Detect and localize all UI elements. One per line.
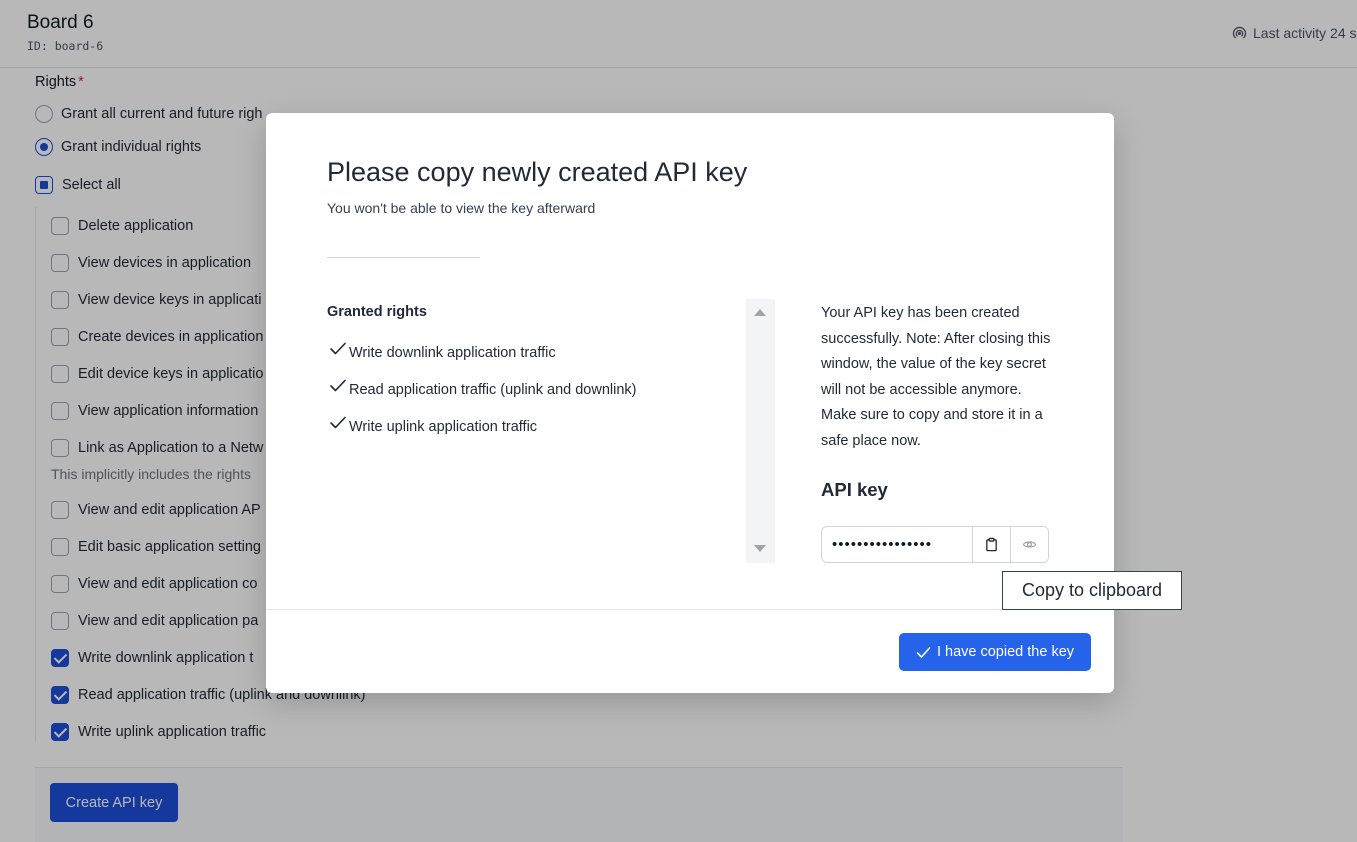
modal-title: Please copy newly created API key (327, 157, 748, 187)
check-icon (330, 342, 346, 355)
modal-subtitle: You won't be able to view the key afterw… (327, 200, 596, 216)
granted-right-label: Read application traffic (uplink and dow… (349, 382, 637, 398)
check-icon (330, 416, 346, 429)
granted-right-label: Write downlink application traffic (349, 345, 556, 361)
granted-rights-heading: Granted rights (327, 304, 427, 320)
api-key-input[interactable] (822, 527, 972, 562)
scroll-up-arrow-icon[interactable] (754, 309, 766, 316)
granted-right-label: Write uplink application traffic (349, 419, 538, 435)
api-key-field (821, 526, 1049, 563)
confirm-copied-label: I have copied the key (936, 644, 1075, 660)
api-key-info-text: Your API key has been created successful… (821, 305, 1051, 449)
scroll-down-arrow-icon[interactable] (754, 545, 766, 552)
check-icon (916, 646, 931, 658)
eye-icon (1022, 541, 1037, 548)
copy-key-button[interactable] (972, 527, 1010, 562)
reveal-key-button[interactable] (1010, 527, 1048, 562)
clipboard-icon (986, 537, 997, 552)
granted-right-item: Write downlink application traffic (329, 342, 556, 361)
modal-footer-divider (266, 609, 1114, 610)
granted-rights-scrollbar[interactable] (746, 299, 775, 563)
modal-title-rule (327, 257, 480, 258)
granted-right-item: Write uplink application traffic (329, 416, 538, 435)
copy-tooltip: Copy to clipboard (1002, 571, 1182, 610)
granted-right-item: Read application traffic (uplink and dow… (329, 379, 637, 398)
confirm-copied-button[interactable]: I have copied the key (899, 633, 1091, 671)
api-key-modal: Please copy newly created API key You wo… (266, 113, 1114, 693)
check-icon (330, 379, 346, 392)
api-key-heading: API key (821, 479, 888, 500)
